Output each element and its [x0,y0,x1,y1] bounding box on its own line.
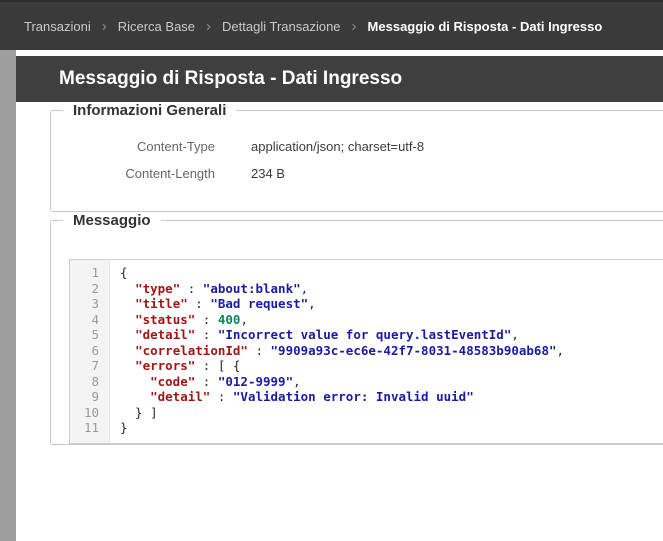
line-number: 8 [70,374,99,390]
code-line: "type" : "about:blank", [120,281,564,297]
page-title-banner: Messaggio di Risposta - Dati Ingresso [16,56,663,102]
breadcrumb-item-current: Messaggio di Risposta - Dati Ingresso [368,19,603,34]
line-number: 2 [70,281,99,297]
main-content: Messaggio di Risposta - Dati Ingresso In… [16,50,663,541]
general-info-section: Informazioni Generali Content-Type appli… [50,102,663,212]
code-line: "code" : "012-9999", [120,374,564,390]
code-line: "detail" : "Incorrect value for query.la… [120,327,564,343]
general-info-rows: Content-Type application/json; charset=u… [51,119,663,211]
info-row-content-type: Content-Type application/json; charset=u… [51,133,663,160]
code-line: } [120,420,564,436]
breadcrumb-item-ricerca-base[interactable]: Ricerca Base [118,19,195,34]
message-legend: Messaggio [63,212,161,229]
info-value-content-length: 234 B [251,166,285,181]
info-row-content-length: Content-Length 234 B [51,160,663,187]
info-label-content-length: Content-Length [51,166,215,181]
info-value-content-type: application/json; charset=utf-8 [251,139,424,154]
line-number: 11 [70,420,99,436]
line-number: 9 [70,389,99,405]
code-line: "correlationId" : "9909a93c-ec6e-42f7-80… [120,343,564,359]
line-number: 7 [70,358,99,374]
line-number: 10 [70,405,99,421]
code-line: { [120,265,564,281]
chevron-right-icon: › [206,19,211,34]
page-title: Messaggio di Risposta - Dati Ingresso [59,68,402,90]
chevron-right-icon: › [352,19,357,34]
code-line: } ] [120,405,564,421]
breadcrumb: Transazioni › Ricerca Base › Dettagli Tr… [0,0,663,50]
code-gutter: 1234567891011 [70,260,110,443]
code-line: "errors" : [ { [120,358,564,374]
general-info-legend: Informazioni Generali [63,102,236,119]
code-line: "title" : "Bad request", [120,296,564,312]
page-left-gutter [0,50,16,541]
code-line: "status" : 400, [120,312,564,328]
code-line: "detail" : "Validation error: Invalid uu… [120,389,564,405]
line-number: 3 [70,296,99,312]
line-number: 5 [70,327,99,343]
message-section: Messaggio 1234567891011 { "type" : "abou… [50,212,663,445]
code-block[interactable]: 1234567891011 { "type" : "about:blank", … [69,259,663,444]
code-lines: { "type" : "about:blank", "title" : "Bad… [110,260,564,443]
breadcrumb-item-dettagli-transazione[interactable]: Dettagli Transazione [222,19,341,34]
line-number: 4 [70,312,99,328]
info-label-content-type: Content-Type [51,139,215,154]
line-number: 1 [70,265,99,281]
chevron-right-icon: › [102,19,107,34]
line-number: 6 [70,343,99,359]
breadcrumb-item-transazioni[interactable]: Transazioni [24,19,91,34]
